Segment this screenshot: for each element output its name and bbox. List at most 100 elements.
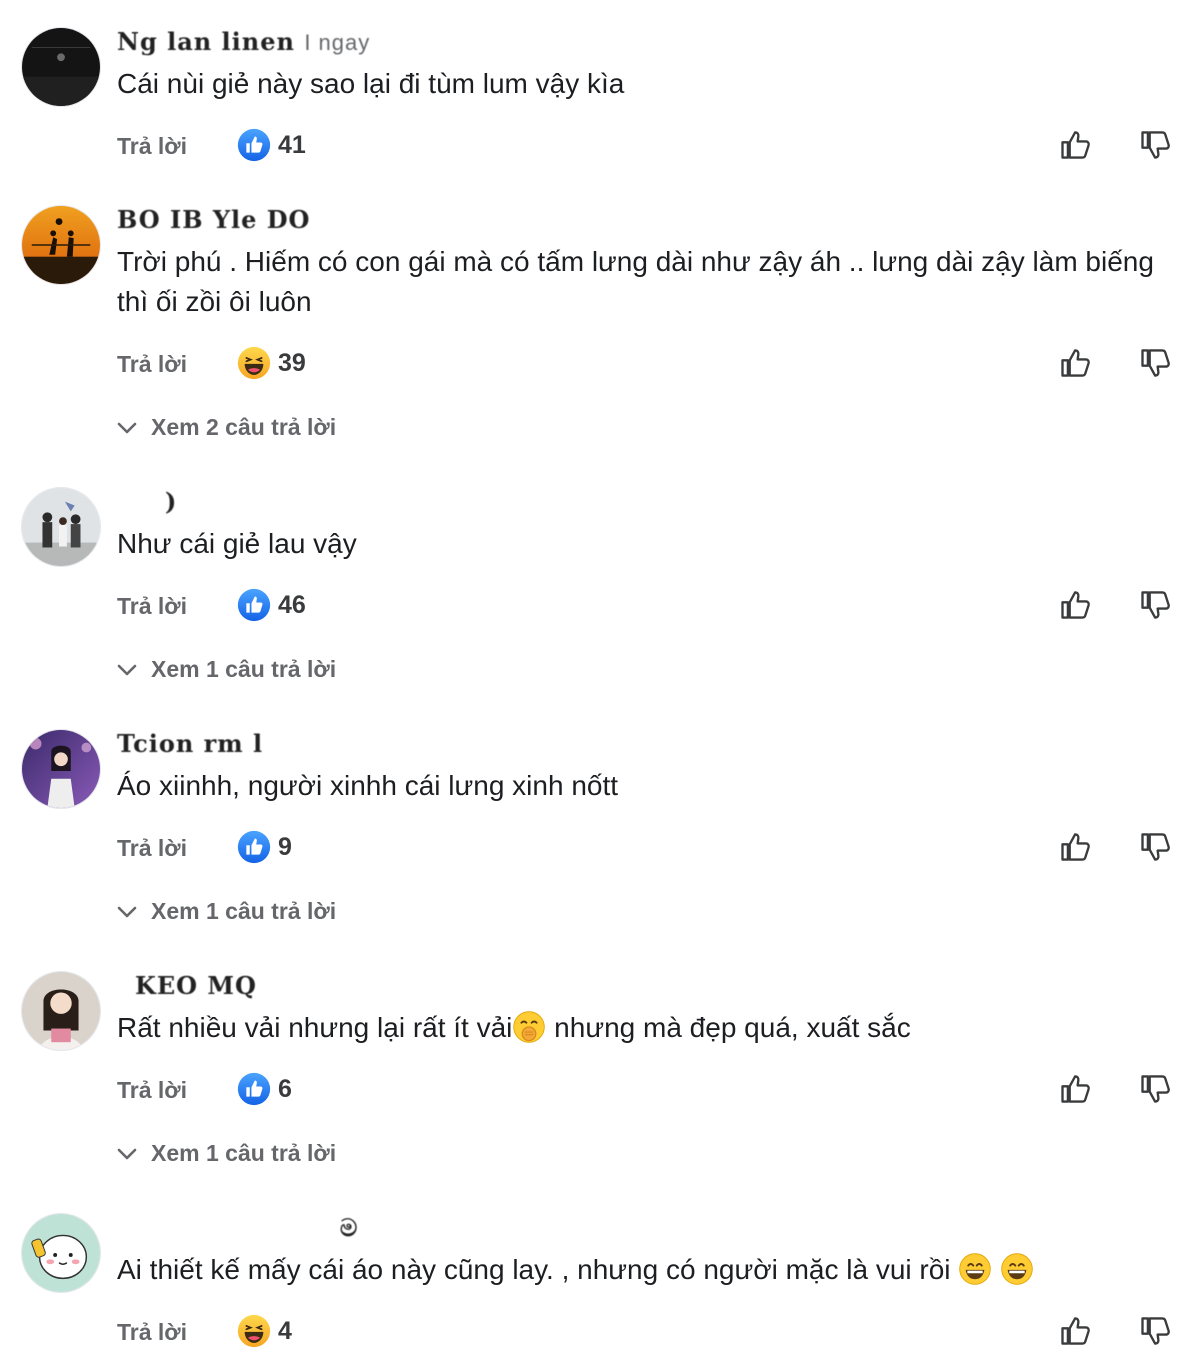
comment-actions: Trả lời 39: [117, 345, 1177, 385]
like-reaction-icon: [237, 830, 271, 864]
commenter-name[interactable]: Tcion rm l: [117, 729, 263, 758]
reply-button[interactable]: Trả lời: [117, 351, 187, 378]
view-replies-button[interactable]: Xem 2 câu trả lời: [117, 414, 336, 441]
comment-text: Rất nhiều vải nhưng lại rất ít vải nhưng…: [117, 1008, 1167, 1048]
hand-over-mouth-emoji-icon: [512, 1010, 546, 1044]
thumbs-up-icon: [1058, 1313, 1094, 1349]
comment-actions: Trả lời 4: [117, 1313, 1177, 1353]
downvote-button[interactable]: [1138, 345, 1174, 381]
reaction-summary[interactable]: 6: [237, 1071, 292, 1107]
reaction-summary[interactable]: 4: [237, 1313, 292, 1349]
comment-text: Cái nùi giẻ này sao lại đi tùm lum vậy k…: [117, 68, 625, 99]
reply-button[interactable]: Trả lời: [117, 1319, 187, 1346]
avatar[interactable]: [21, 729, 101, 809]
upvote-button[interactable]: [1058, 345, 1094, 381]
like-reaction-icon: [237, 588, 271, 622]
reaction-summary[interactable]: 9: [237, 829, 292, 865]
reaction-count: 6: [278, 1074, 292, 1103]
reaction-summary[interactable]: 39: [237, 345, 306, 381]
comment-text-part: Ai thiết kế mấy cái áo này cũng lay. , n…: [117, 1254, 959, 1285]
thumbs-down-icon: [1138, 1313, 1174, 1349]
reply-button[interactable]: Trả lời: [117, 133, 187, 160]
comment-actions: Trả lời 46: [117, 587, 1177, 627]
grinning-emoji-icon: [1000, 1252, 1034, 1286]
chevron-down-icon: [117, 905, 137, 919]
avatar-image: [22, 972, 100, 1050]
view-replies-label: Xem 1 câu trả lời: [151, 898, 337, 924]
reaction-count: 39: [278, 348, 306, 377]
reaction-count: 46: [278, 590, 306, 619]
commenter-name-text: Tcion rm l: [117, 729, 264, 758]
comment-text: Ai thiết kế mấy cái áo này cũng lay. , n…: [117, 1250, 1167, 1290]
comment-text: Như cái giẻ lau vậy: [117, 528, 357, 559]
reply-button[interactable]: Trả lời: [117, 593, 187, 620]
commenter-name-text: Ng lan linen: [117, 27, 295, 56]
comment-text-part: Rất nhiều vải nhưng lại rất ít vải: [117, 1012, 513, 1043]
reply-button[interactable]: Trả lời: [117, 1077, 187, 1104]
view-replies-button[interactable]: Xem 1 câu trả lời: [117, 1140, 336, 1167]
commenter-name[interactable]: Ng lan linen I ngay: [117, 27, 370, 56]
avatar[interactable]: [21, 205, 101, 285]
commenter-name-text: KEO MQ: [135, 971, 257, 1000]
chevron-down-icon: [117, 421, 137, 435]
commenter-name[interactable]: BO IB Yle DO: [117, 205, 310, 234]
upvote-button[interactable]: [1058, 1071, 1094, 1107]
comment-actions: Trả lời 9: [117, 829, 1177, 869]
upvote-button[interactable]: [1058, 127, 1094, 163]
commenter-name[interactable]: ): [165, 487, 177, 516]
thumbs-down-icon: [1138, 345, 1174, 381]
commenter-name[interactable]: KEO MQ: [135, 971, 257, 1000]
reaction-count: 4: [278, 1316, 292, 1345]
thumbs-up-icon: [1058, 345, 1094, 381]
reaction-count: 9: [278, 832, 292, 861]
comment-text: Trời phú . Hiếm có con gái mà có tấm lưn…: [117, 246, 1154, 317]
thumbs-down-icon: [1138, 829, 1174, 865]
commenter-name-text: ම: [340, 1213, 359, 1242]
thumbs-up-icon: [1058, 127, 1094, 163]
thumbs-up-icon: [1058, 1071, 1094, 1107]
avatar-image: [22, 206, 100, 284]
reaction-summary[interactable]: 46: [237, 587, 306, 623]
grinning-emoji-icon: [958, 1252, 992, 1286]
haha-reaction-icon: [237, 346, 271, 380]
upvote-button[interactable]: [1058, 587, 1094, 623]
avatar-image: [22, 1214, 100, 1292]
view-replies-label: Xem 1 câu trả lời: [151, 656, 337, 682]
avatar[interactable]: [21, 487, 101, 567]
thumbs-up-icon: [1058, 829, 1094, 865]
chevron-down-icon: [117, 1147, 137, 1161]
avatar[interactable]: [21, 27, 101, 107]
thumbs-down-icon: [1138, 587, 1174, 623]
haha-reaction-icon: [237, 1314, 271, 1348]
reaction-summary[interactable]: 41: [237, 127, 306, 163]
downvote-button[interactable]: [1138, 1071, 1174, 1107]
comment-text: Áo xiinhh, người xinhh cái lưng xinh nốt…: [117, 770, 619, 801]
upvote-button[interactable]: [1058, 829, 1094, 865]
downvote-button[interactable]: [1138, 1313, 1174, 1349]
thumbs-up-icon: [1058, 587, 1094, 623]
avatar[interactable]: [21, 1213, 101, 1293]
comment-time: I ngay: [304, 30, 371, 55]
like-reaction-icon: [237, 1072, 271, 1106]
thumbs-down-icon: [1138, 1071, 1174, 1107]
downvote-button[interactable]: [1138, 829, 1174, 865]
thumbs-down-icon: [1138, 127, 1174, 163]
comment-actions: Trả lời 41: [117, 127, 1177, 167]
avatar-image: [22, 28, 100, 106]
comment-text-part: nhưng mà đẹp quá, xuất sắc: [546, 1012, 911, 1043]
commenter-name-text: BO IB Yle DO: [117, 205, 311, 234]
downvote-button[interactable]: [1138, 127, 1174, 163]
view-replies-label: Xem 2 câu trả lời: [151, 414, 337, 440]
avatar-image: [22, 488, 100, 566]
reply-button[interactable]: Trả lời: [117, 835, 187, 862]
commenter-name-text: ): [165, 487, 178, 516]
avatar[interactable]: [21, 971, 101, 1051]
avatar-image: [22, 730, 100, 808]
downvote-button[interactable]: [1138, 587, 1174, 623]
view-replies-button[interactable]: Xem 1 câu trả lời: [117, 898, 336, 925]
commenter-name[interactable]: ම: [340, 1213, 358, 1242]
comment-actions: Trả lời 6: [117, 1071, 1177, 1111]
view-replies-button[interactable]: Xem 1 câu trả lời: [117, 656, 336, 683]
chevron-down-icon: [117, 663, 137, 677]
upvote-button[interactable]: [1058, 1313, 1094, 1349]
